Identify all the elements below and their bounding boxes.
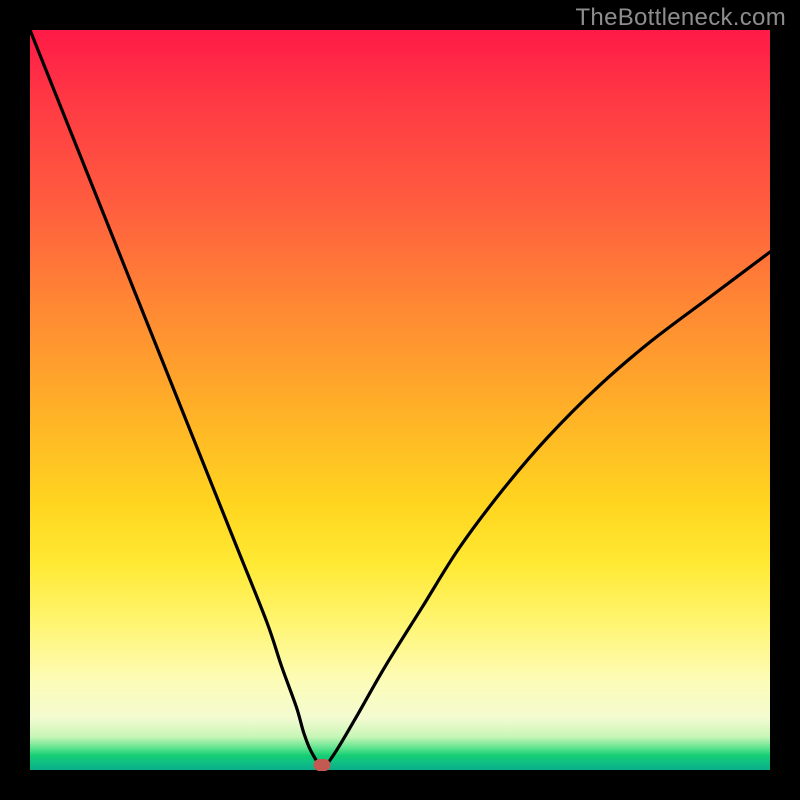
bottleneck-curve <box>30 30 770 770</box>
optimal-point-marker <box>314 759 331 771</box>
plot-area <box>30 30 770 770</box>
watermark-text: TheBottleneck.com <box>575 4 786 32</box>
chart-frame: TheBottleneck.com <box>0 0 800 800</box>
